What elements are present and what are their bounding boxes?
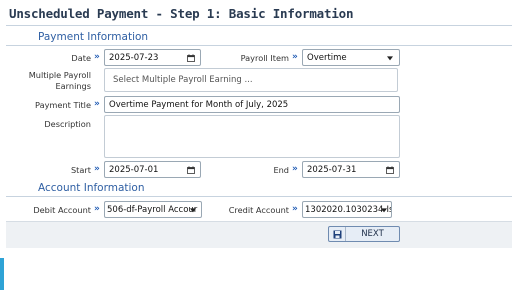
end-date-input[interactable]: 2025-07-31 [302, 161, 400, 178]
date-label: Date [71, 53, 91, 63]
date-value: 2025-07-23 [109, 52, 159, 63]
multiple-payroll-label: Multiple Payroll Earnings [28, 70, 91, 91]
date-input[interactable]: 2025-07-23 [104, 49, 201, 66]
payment-title-input[interactable]: Overtime Payment for Month of July, 2025 [104, 96, 400, 113]
arrow-icon: » [94, 204, 100, 214]
title-divider [6, 25, 512, 26]
end-date-value: 2025-07-31 [307, 164, 357, 175]
end-label: End [273, 165, 289, 175]
start-date-value: 2025-07-01 [109, 164, 159, 175]
credit-account-label: Credit Account [228, 205, 289, 215]
multiple-payroll-placeholder: Select Multiple Payroll Earning ... [113, 75, 253, 85]
multiple-payroll-input[interactable]: Select Multiple Payroll Earning ... [104, 68, 398, 92]
chevron-down-icon [387, 55, 393, 60]
debit-account-value: 506-df-Payroll Accour [107, 204, 198, 215]
payment-title-value: Overtime Payment for Month of July, 2025 [109, 99, 289, 110]
arrow-icon: » [292, 164, 298, 174]
calendar-icon[interactable] [187, 165, 195, 174]
form-footer [6, 221, 512, 248]
calendar-icon[interactable] [386, 165, 394, 174]
payroll-item-label: Payroll Item [240, 53, 289, 63]
next-button-label: NEXT [361, 229, 384, 239]
chevron-down-icon [381, 207, 387, 212]
next-button[interactable]: NEXT [328, 226, 400, 242]
debit-account-select[interactable]: 506-df-Payroll Accour [104, 201, 202, 218]
account-section-heading: Account Information [38, 182, 145, 194]
start-date-input[interactable]: 2025-07-01 [104, 161, 201, 178]
credit-account-select[interactable]: 1302020.1030234-Isl [302, 201, 392, 218]
arrow-icon: » [94, 164, 100, 174]
arrow-icon: » [292, 52, 298, 62]
account-section-divider [6, 196, 512, 197]
calendar-icon[interactable] [187, 53, 195, 62]
payment-section-heading: Payment Information [38, 31, 149, 43]
credit-account-value: 1302020.1030234-Isl [305, 204, 392, 215]
start-label: Start [70, 165, 91, 175]
save-icon [329, 227, 346, 241]
arrow-icon: » [94, 99, 100, 109]
payroll-item-select[interactable]: Overtime [302, 49, 400, 66]
payment-section-divider [6, 45, 512, 46]
description-textarea[interactable] [104, 115, 400, 158]
page-title: Unscheduled Payment - Step 1: Basic Info… [9, 6, 354, 21]
accent-bar [0, 258, 4, 290]
debit-account-label: Debit Account [33, 205, 91, 215]
payment-title-label: Payment Title [35, 100, 91, 110]
arrow-icon: » [292, 204, 298, 214]
description-label: Description [44, 119, 91, 129]
arrow-icon: » [94, 52, 100, 62]
chevron-down-icon [190, 207, 196, 212]
payroll-item-value: Overtime [307, 52, 347, 63]
